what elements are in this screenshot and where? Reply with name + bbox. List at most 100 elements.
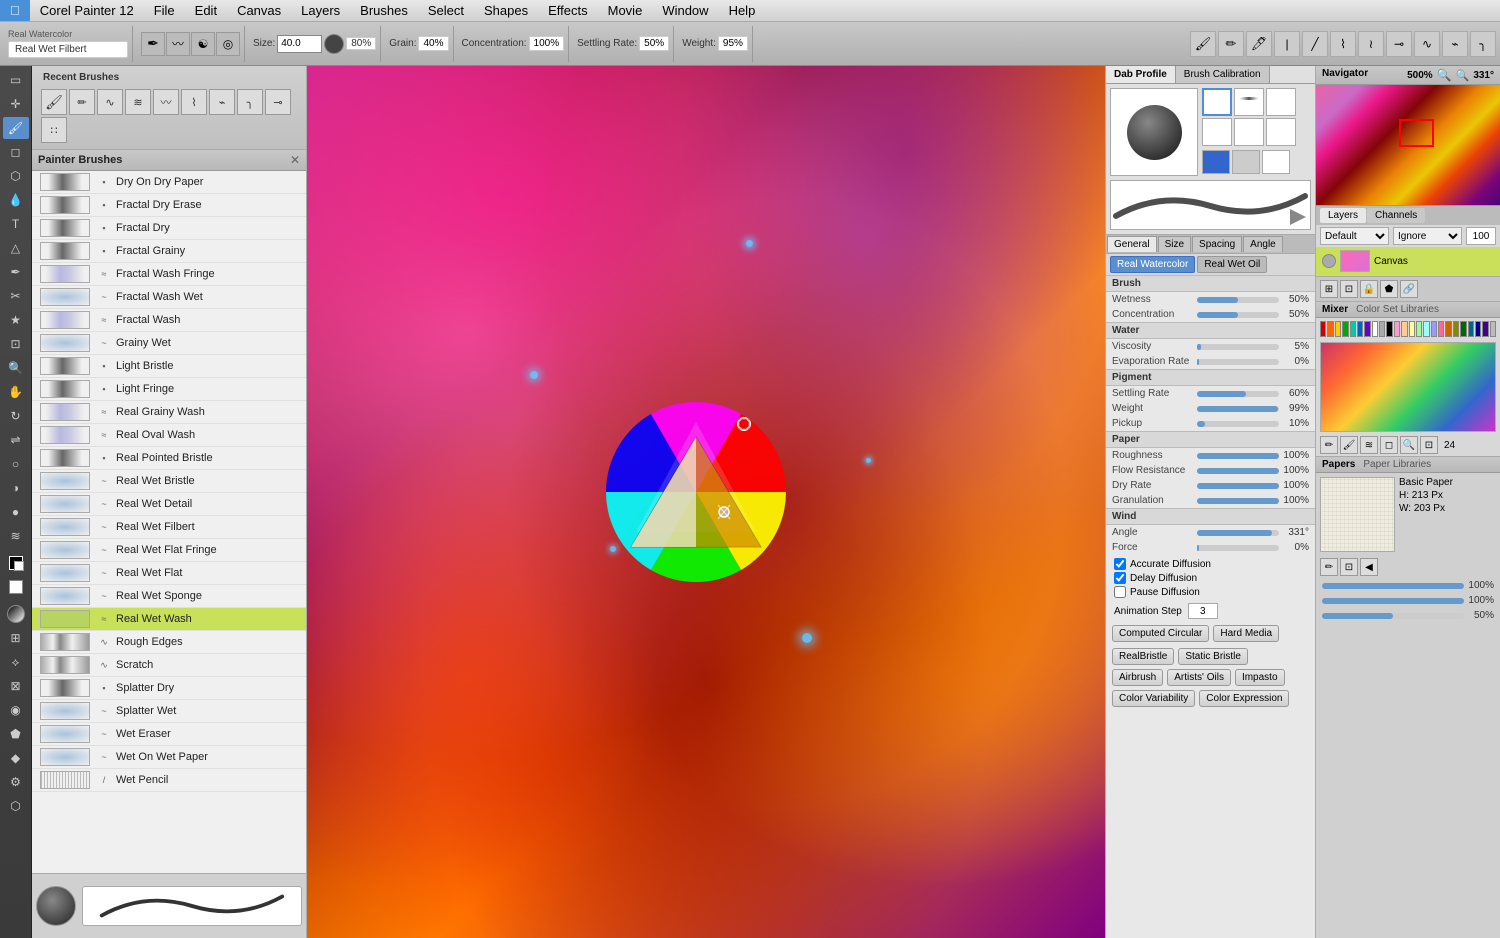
- evaporation-slider[interactable]: [1197, 359, 1279, 365]
- swatch-12[interactable]: [1409, 321, 1415, 337]
- color-btn-2[interactable]: [1232, 150, 1260, 174]
- brush-item-6[interactable]: ≈Fractal Wash: [32, 309, 306, 332]
- rt-icon-11[interactable]: ╮: [1470, 31, 1496, 57]
- menu-shapes[interactable]: Shapes: [474, 0, 538, 21]
- nav-zoom-in[interactable]: 🔍: [1437, 68, 1452, 82]
- grain-value[interactable]: 40%: [418, 36, 448, 51]
- brush-item-15[interactable]: ~Real Wet Filbert: [32, 516, 306, 539]
- roughness-slider[interactable]: [1197, 453, 1279, 459]
- brush-item-22[interactable]: ▪Splatter Dry: [32, 677, 306, 700]
- stroke-thumb-1[interactable]: [1202, 88, 1232, 116]
- brush-item-4[interactable]: ≈Fractal Wash Fringe: [32, 263, 306, 286]
- mixer-tool-1[interactable]: ✏: [1320, 436, 1338, 454]
- brush-item-13[interactable]: ~Real Wet Bristle: [32, 470, 306, 493]
- recent-brush-9[interactable]: ⊸: [265, 89, 291, 115]
- paper-libraries-tab[interactable]: Paper Libraries: [1363, 459, 1431, 470]
- menu-effects[interactable]: Effects: [538, 0, 598, 21]
- swatch-20[interactable]: [1468, 321, 1474, 337]
- pause-diffusion-label[interactable]: Pause Diffusion: [1114, 586, 1307, 598]
- swatch-0[interactable]: [1320, 321, 1326, 337]
- dab-profile-tab[interactable]: Dab Profile: [1106, 66, 1176, 83]
- settling-value[interactable]: 50%: [639, 36, 669, 51]
- static-bristle-btn[interactable]: Static Bristle: [1178, 648, 1248, 665]
- swatch-2[interactable]: [1335, 321, 1341, 337]
- papers-tab[interactable]: Papers: [1322, 459, 1355, 470]
- recent-brush-10[interactable]: ∷: [41, 117, 67, 143]
- brush-name-display[interactable]: Real Wet Filbert: [8, 41, 128, 58]
- swatch-13[interactable]: [1416, 321, 1422, 337]
- tool-paint[interactable]: 🖌: [3, 117, 29, 139]
- rt-icon-9[interactable]: ∿: [1414, 31, 1440, 57]
- swatch-10[interactable]: [1394, 321, 1400, 337]
- recent-brush-8[interactable]: ╮: [237, 89, 263, 115]
- swatch-4[interactable]: [1350, 321, 1356, 337]
- brush-item-23[interactable]: ~Splatter Wet: [32, 700, 306, 723]
- rt-icon-2[interactable]: ✏: [1218, 31, 1244, 57]
- tool-smear[interactable]: ≋: [3, 525, 29, 547]
- tool-eyedropper[interactable]: 💧: [3, 189, 29, 211]
- swatch-16[interactable]: [1438, 321, 1444, 337]
- paper-action-1[interactable]: ✏: [1320, 558, 1338, 576]
- layer-action-2[interactable]: ⊡: [1340, 280, 1358, 298]
- brush-item-5[interactable]: ~Fractal Wash Wet: [32, 286, 306, 309]
- tool-color-swatch[interactable]: [3, 552, 29, 574]
- tool-burn[interactable]: ●: [3, 501, 29, 523]
- recent-brush-2[interactable]: ✏: [69, 89, 95, 115]
- brush-item-25[interactable]: ~Wet On Wet Paper: [32, 746, 306, 769]
- brush-item-21[interactable]: ∿Scratch: [32, 654, 306, 677]
- rt-icon-1[interactable]: 🖌: [1190, 31, 1216, 57]
- wc-tab-real-wet-oil[interactable]: Real Wet Oil: [1197, 256, 1267, 273]
- paper-slider-control-1[interactable]: [1322, 583, 1464, 589]
- flow-slider[interactable]: [1197, 468, 1279, 474]
- swatch-18[interactable]: [1453, 321, 1459, 337]
- brush-item-17[interactable]: ~Real Wet Flat: [32, 562, 306, 585]
- brush-item-8[interactable]: ▪Light Bristle: [32, 355, 306, 378]
- menu-layers[interactable]: Layers: [291, 0, 350, 21]
- mixer-tool-5[interactable]: 🔍: [1400, 436, 1418, 454]
- swatch-3[interactable]: [1342, 321, 1348, 337]
- stroke-thumb-2[interactable]: [1234, 88, 1264, 116]
- mixer-tool-4[interactable]: ◻: [1380, 436, 1398, 454]
- menu-file[interactable]: File: [144, 0, 185, 21]
- brush-item-12[interactable]: ▪Real Pointed Bristle: [32, 447, 306, 470]
- conc-value[interactable]: 100%: [529, 36, 565, 51]
- brush-item-20[interactable]: ∿Rough Edges: [32, 631, 306, 654]
- layer-action-1[interactable]: ⊞: [1320, 280, 1338, 298]
- pickup-slider[interactable]: [1197, 421, 1279, 427]
- tool-text[interactable]: T: [3, 213, 29, 235]
- layer-action-5[interactable]: 🔗: [1400, 280, 1418, 298]
- layer-visibility-icon[interactable]: [1322, 254, 1336, 268]
- tool-shape[interactable]: △: [3, 237, 29, 259]
- recent-brush-1[interactable]: 🖌: [41, 89, 67, 115]
- variant-icon-4[interactable]: ◎: [216, 32, 240, 56]
- weight-value[interactable]: 95%: [718, 36, 748, 51]
- tool-scissors[interactable]: ✂: [3, 285, 29, 307]
- variant-icon-3[interactable]: ☯: [191, 32, 215, 56]
- airbrush-btn[interactable]: Airbrush: [1112, 669, 1163, 686]
- brush-item-7[interactable]: ~Grainy Wet: [32, 332, 306, 355]
- stroke-thumb-4[interactable]: [1202, 118, 1232, 146]
- wetness-slider[interactable]: [1197, 297, 1279, 303]
- hard-media-btn[interactable]: Hard Media: [1213, 625, 1279, 642]
- menu-canvas[interactable]: Canvas: [227, 0, 291, 21]
- brush-item-26[interactable]: /Wet Pencil: [32, 769, 306, 792]
- brush-item-19[interactable]: ≈Real Wet Wash: [32, 608, 306, 631]
- tab-angle[interactable]: Angle: [1243, 236, 1283, 252]
- tab-spacing[interactable]: Spacing: [1192, 236, 1242, 252]
- delay-diffusion-label[interactable]: Delay Diffusion: [1114, 572, 1307, 584]
- accurate-diffusion-label[interactable]: Accurate Diffusion: [1114, 558, 1307, 570]
- brush-item-1[interactable]: ▪Fractal Dry Erase: [32, 194, 306, 217]
- paper-thumbnail[interactable]: [1320, 477, 1395, 552]
- brush-item-18[interactable]: ~Real Wet Sponge: [32, 585, 306, 608]
- brush-item-16[interactable]: ~Real Wet Flat Fringe: [32, 539, 306, 562]
- menu-movie[interactable]: Movie: [598, 0, 653, 21]
- brush-item-0[interactable]: ▪Dry On Dry Paper: [32, 171, 306, 194]
- pause-diffusion-check[interactable]: [1114, 586, 1126, 598]
- paper-action-3[interactable]: ◀: [1360, 558, 1378, 576]
- settling-slider[interactable]: [1197, 391, 1279, 397]
- swatch-11[interactable]: [1401, 321, 1407, 337]
- size-input[interactable]: [277, 35, 322, 53]
- layer-action-3[interactable]: 🔒: [1360, 280, 1378, 298]
- brush-calibration-tab[interactable]: Brush Calibration: [1176, 66, 1270, 83]
- mixer-canvas[interactable]: [1320, 342, 1496, 432]
